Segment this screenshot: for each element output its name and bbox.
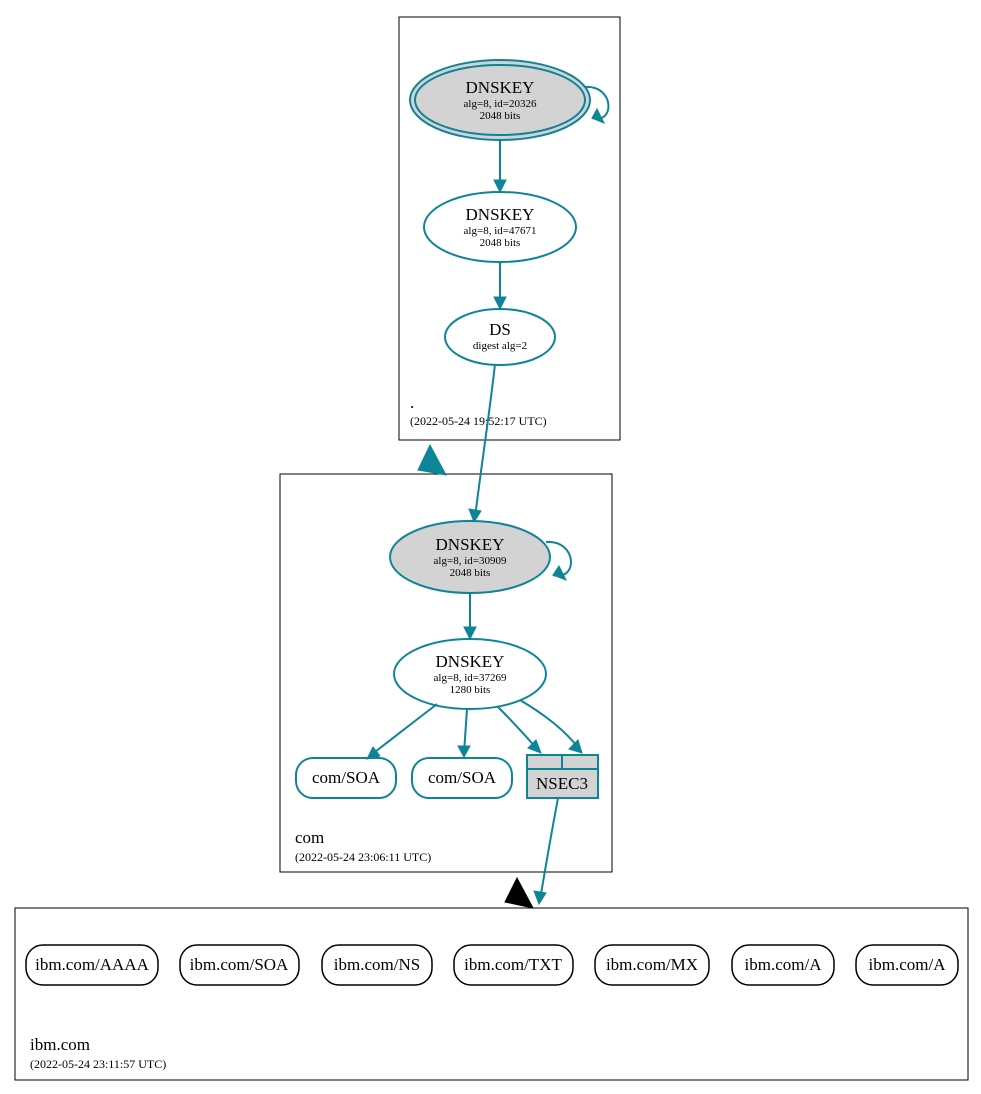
ibm-ns-title: ibm.com/NS <box>334 955 420 974</box>
root-ds-line1: digest alg=2 <box>473 340 527 352</box>
node-com-zsk[interactable]: DNSKEY alg=8, id=37269 1280 bits <box>394 639 546 709</box>
ibm-aaaa-title: ibm.com/AAAA <box>35 955 150 974</box>
ibm-a2-title: ibm.com/A <box>869 955 947 974</box>
zone-root-timestamp: (2022-05-24 19:52:17 UTC) <box>410 414 547 428</box>
node-root-ksk[interactable]: DNSKEY alg=8, id=20326 2048 bits <box>410 60 590 140</box>
zone-ibm-timestamp: (2022-05-24 23:11:57 UTC) <box>30 1057 166 1071</box>
node-com-soa-2[interactable]: com/SOA <box>412 758 512 798</box>
node-root-ds[interactable]: DS digest alg=2 <box>445 309 555 365</box>
com-ksk-title: DNSKEY <box>436 535 505 554</box>
com-soa2-title: com/SOA <box>428 768 497 787</box>
root-zsk-title: DNSKEY <box>466 205 535 224</box>
edge-com-zsk-to-soa2 <box>458 709 470 757</box>
node-ibm-aaaa[interactable]: ibm.com/AAAA <box>26 945 158 985</box>
edge-com-to-ibm-black <box>505 878 533 908</box>
node-com-ksk[interactable]: DNSKEY alg=8, id=30909 2048 bits <box>390 521 550 593</box>
com-ksk-line2: 2048 bits <box>450 567 491 579</box>
root-zsk-line2: 2048 bits <box>480 237 521 249</box>
root-ksk-title: DNSKEY <box>466 78 535 97</box>
root-ksk-line1: alg=8, id=20326 <box>464 98 537 110</box>
edge-com-zsk-to-nsec3-a <box>497 706 541 753</box>
zone-com-label: com <box>295 828 324 847</box>
ibm-mx-title: ibm.com/MX <box>606 955 698 974</box>
edge-root-ds-to-com-ksk <box>469 364 495 522</box>
node-ibm-mx[interactable]: ibm.com/MX <box>595 945 709 985</box>
edge-root-to-com-big <box>418 445 446 475</box>
root-ds-title: DS <box>489 320 511 339</box>
edge-nsec3-to-ibm <box>534 798 558 904</box>
ibm-txt-title: ibm.com/TXT <box>464 955 562 974</box>
nsec3-title: NSEC3 <box>536 774 588 793</box>
com-zsk-title: DNSKEY <box>436 652 505 671</box>
edge-com-ksk-to-zsk <box>464 593 476 639</box>
edge-com-zsk-to-nsec3-b <box>520 700 582 753</box>
com-zsk-line1: alg=8, id=37269 <box>434 672 507 684</box>
edge-root-zsk-to-ds <box>494 262 506 309</box>
edge-com-zsk-to-soa1 <box>367 704 437 759</box>
node-nsec3[interactable]: NSEC3 <box>527 755 598 798</box>
node-ibm-soa[interactable]: ibm.com/SOA <box>180 945 299 985</box>
node-ibm-a2[interactable]: ibm.com/A <box>856 945 958 985</box>
zone-com-timestamp: (2022-05-24 23:06:11 UTC) <box>295 850 431 864</box>
root-ksk-line2: 2048 bits <box>480 110 521 122</box>
com-soa1-title: com/SOA <box>312 768 381 787</box>
com-zsk-line2: 1280 bits <box>450 684 491 696</box>
root-zsk-line1: alg=8, id=47671 <box>464 225 537 237</box>
node-ibm-txt[interactable]: ibm.com/TXT <box>454 945 573 985</box>
zone-root-label: . <box>410 393 414 412</box>
node-com-soa-1[interactable]: com/SOA <box>296 758 396 798</box>
node-root-zsk[interactable]: DNSKEY alg=8, id=47671 2048 bits <box>424 192 576 262</box>
ibm-soa-title: ibm.com/SOA <box>190 955 289 974</box>
zone-ibm: ibm.com (2022-05-24 23:11:57 UTC) <box>15 908 968 1080</box>
zone-ibm-label: ibm.com <box>30 1035 90 1054</box>
com-ksk-line1: alg=8, id=30909 <box>434 555 507 567</box>
edge-root-ksk-to-zsk <box>494 140 506 192</box>
ibm-a1-title: ibm.com/A <box>745 955 823 974</box>
node-ibm-ns[interactable]: ibm.com/NS <box>322 945 432 985</box>
node-ibm-a1[interactable]: ibm.com/A <box>732 945 834 985</box>
